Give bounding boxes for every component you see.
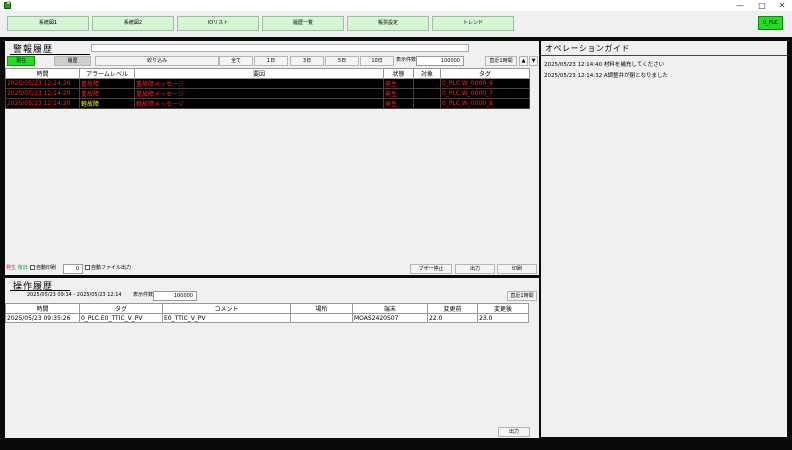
nav-bar: 系統図1 系統図2 IOリスト 履歴一覧 帳票設定 トレンド 0_PLC [0,11,792,37]
range-3day-button[interactable]: 3日 [290,56,324,66]
current-toggle-button[interactable]: 現在 [7,56,35,66]
alarm-time: 2025/05/23 12:14:20 [5,98,80,109]
alarm-cause: 軽故障メッセージ [134,98,384,109]
auto-file-label: 自動ファイル出力 [91,265,132,271]
plc-status-badge[interactable]: 0_PLC [758,16,783,30]
operation-guide-panel: オペレーションガイド 2025/05/23 12:14:40 材料を補充してくだ… [541,41,787,437]
auto-print-checkbox[interactable] [30,265,35,270]
alarm-cause: 重故障メッセージ [134,78,384,89]
col-alarm-level[interactable]: アラームレベル [79,68,135,79]
alarm-table-header: 時間 アラームレベル 要因 状態 対象 タグ [5,68,530,79]
range-1day-button[interactable]: 1日 [254,56,288,66]
nav-button-system2[interactable]: 系統図2 [92,16,174,31]
guide-message: 2025/05/23 12:14:40 材料を補充してください [544,62,665,68]
operation-table-header: 時間 タグ コメント 場所 端末 変更前 変更後 [5,303,529,314]
table-row[interactable]: 2025/05/23 12:14:20 軽故障 軽故障メッセージ 発生 0_PL… [5,98,530,109]
op-place [290,313,353,323]
alarm-title-box [91,44,469,52]
table-row[interactable]: 2025/05/23 09:35:26 0_PLC.E0_TTIC_V_PV E… [5,313,529,323]
nav-button-io-list[interactable]: IOリスト [177,16,259,31]
alarm-target [413,78,441,89]
operation-recent-button[interactable]: 直近1時間 [507,291,537,301]
col-after[interactable]: 変更後 [477,303,529,314]
alarm-level: 重故障 [79,78,135,89]
operation-count-field[interactable]: 100000 [153,291,197,301]
guide-message: 2025/05/23 12:14:32 A調整弁が閉となりました [544,73,668,79]
range-all-button[interactable]: 全て [219,56,253,66]
op-comment: E0_TTIC_V_PV [162,313,291,323]
auto-file-checkbox[interactable] [85,265,90,270]
alarm-tag: 0_PLC.W_0000_8 [440,98,530,109]
operation-count-label: 表示件数 [133,292,154,298]
operation-range-text: 2025/05/23 09:14 - 2025/05/23 12:14 [27,292,122,298]
operation-table: 時間 タグ コメント 場所 端末 変更前 変更後 2025/05/23 09:3… [5,303,529,323]
print-count-field[interactable]: 0 [63,264,83,274]
operation-history-panel: 操作履歴 2025/05/23 09:14 - 2025/05/23 12:14… [5,278,539,438]
auto-file-option[interactable]: 自動ファイル出力 [85,264,131,273]
app-icon [4,1,11,9]
col-terminal[interactable]: 端末 [352,303,428,314]
alarm-target [413,98,441,109]
filter-button[interactable]: 絞り込み [95,56,219,66]
minimize-button[interactable]: — [730,0,750,11]
range-10day-button[interactable]: 10日 [360,56,394,66]
scroll-down-button[interactable]: ▼ [529,56,538,66]
op-after: 23.0 [477,313,529,323]
close-button[interactable]: ✕ [772,0,792,11]
col-place[interactable]: 場所 [290,303,353,314]
nav-button-history-list[interactable]: 履歴一覧 [262,16,344,31]
col-cause[interactable]: 要因 [134,68,384,79]
recent-hour-button[interactable]: 直近1時間 [485,56,517,66]
alarm-state: 発生 [383,98,414,109]
nav-button-trend[interactable]: トレンド [432,16,514,31]
alarm-time: 2025/05/23 12:14:20 [5,78,80,89]
title-underline [10,54,90,55]
alarm-level: 重故障 [79,88,135,99]
history-toggle-button[interactable]: 履歴 [54,56,91,66]
op-before: 22.0 [427,313,478,323]
title-bar: — □ ✕ [0,0,792,11]
buzzer-stop-button[interactable]: ブザー停止 [410,264,452,274]
auto-print-option[interactable]: 自動印刷 [30,264,56,273]
alarm-target [413,88,441,99]
alarm-time: 2025/05/23 12:14:20 [5,88,80,99]
op-time: 2025/05/23 09:35:26 [5,313,80,323]
operation-output-button[interactable]: 出力 [498,427,530,437]
op-terminal: MOAS2420S07 [352,313,428,323]
alarm-state: 発生 [383,88,414,99]
operation-guide-title: オペレーションガイド [545,44,630,53]
auto-print-label: 自動印刷 [36,265,57,271]
alarm-cause: 重故障メッセージ [134,88,384,99]
display-count-label: 表示件数 [396,57,417,63]
col-before[interactable]: 変更前 [427,303,478,314]
alarm-table: 時間 アラームレベル 要因 状態 対象 タグ 2025/05/23 12:14:… [5,68,530,109]
alarm-tag: 0_PLC.W_0000_6 [440,78,530,89]
alarm-level: 軽故障 [79,98,135,109]
legend-occur: 発生 復旧 [6,264,28,273]
col-comment[interactable]: コメント [162,303,291,314]
legend-recover-label: 復旧 [17,265,28,271]
nav-button-report-settings[interactable]: 帳票設定 [347,16,429,31]
range-5day-button[interactable]: 5日 [325,56,359,66]
alarm-print-button[interactable]: 印刷 [497,264,537,274]
legend-occur-label: 発生 [6,265,17,271]
maximize-button[interactable]: □ [752,0,772,11]
col-state[interactable]: 状態 [383,68,414,79]
op-tag: 0_PLC.E0_TTIC_V_PV [79,313,163,323]
guide-divider [541,55,787,56]
col-tag[interactable]: タグ [440,68,530,79]
scroll-up-button[interactable]: ▲ [519,56,528,66]
col-time[interactable]: 時間 [5,303,80,314]
table-row[interactable]: 2025/05/23 12:14:20 重故障 重故障メッセージ 発生 0_PL… [5,78,530,89]
alarm-tag: 0_PLC.W_0000_7 [440,88,530,99]
col-target[interactable]: 対象 [413,68,441,79]
alarm-state: 発生 [383,78,414,89]
alarm-output-button[interactable]: 出力 [455,264,495,274]
display-count-field[interactable]: 100000 [416,56,464,66]
alarm-history-panel: 警報履歴 現在 履歴 絞り込み 全て 1日 3日 5日 10日 表示件数 100… [5,41,539,275]
col-time[interactable]: 時間 [5,68,80,79]
col-tag[interactable]: タグ [79,303,163,314]
table-row[interactable]: 2025/05/23 12:14:20 重故障 重故障メッセージ 発生 0_PL… [5,88,530,99]
nav-button-system1[interactable]: 系統図1 [7,16,89,31]
